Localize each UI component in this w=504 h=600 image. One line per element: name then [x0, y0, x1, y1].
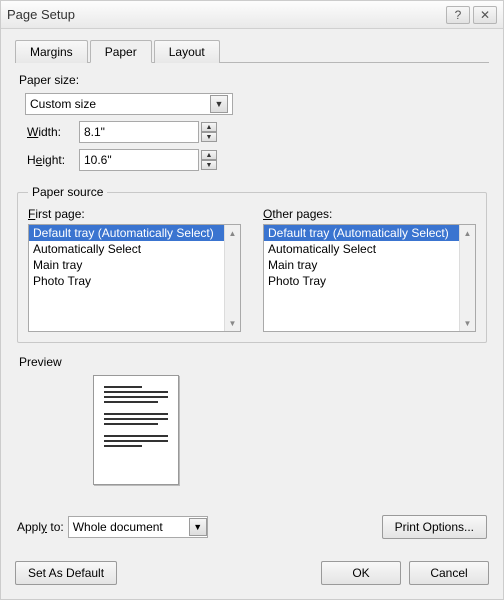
width-input[interactable]: [79, 121, 199, 143]
width-spinner[interactable]: ▲ ▼: [201, 122, 217, 142]
paper-size-value: Custom size: [30, 97, 96, 111]
help-button[interactable]: ?: [446, 6, 470, 24]
first-page-label: First page:: [28, 207, 241, 221]
window-title: Page Setup: [7, 7, 443, 22]
list-item[interactable]: Main tray: [29, 257, 224, 273]
spin-down-icon[interactable]: ▼: [201, 132, 217, 142]
titlebar: Page Setup ? ✕: [1, 1, 503, 29]
width-label: Width:: [27, 125, 79, 139]
height-label: Height:: [27, 153, 79, 167]
apply-to-label: Apply to:: [17, 520, 64, 534]
preview-label: Preview: [19, 355, 487, 369]
scrollbar[interactable]: ▲▼: [459, 225, 475, 331]
paper-size-label: Paper size:: [19, 73, 487, 87]
scroll-up-icon[interactable]: ▲: [460, 225, 475, 241]
apply-to-value: Whole document: [73, 520, 163, 534]
other-pages-label: Other pages:: [263, 207, 476, 221]
set-as-default-button[interactable]: Set As Default: [15, 561, 117, 585]
print-options-button[interactable]: Print Options...: [382, 515, 487, 539]
ok-button[interactable]: OK: [321, 561, 401, 585]
tab-content-paper: Paper size: Custom size ▼ Width: ▲ ▼: [15, 63, 489, 539]
cancel-button[interactable]: Cancel: [409, 561, 489, 585]
tab-margins[interactable]: Margins: [15, 40, 88, 63]
tab-paper[interactable]: Paper: [90, 40, 152, 63]
paper-size-select[interactable]: Custom size ▼: [25, 93, 233, 115]
height-input[interactable]: [79, 149, 199, 171]
scroll-up-icon[interactable]: ▲: [225, 225, 240, 241]
list-item[interactable]: Default tray (Automatically Select): [29, 225, 224, 241]
list-item[interactable]: Automatically Select: [29, 241, 224, 257]
spin-up-icon[interactable]: ▲: [201, 122, 217, 132]
dialog-body: Margins Paper Layout Paper size: Custom …: [1, 29, 503, 551]
list-item[interactable]: Photo Tray: [29, 273, 224, 289]
list-item[interactable]: Main tray: [264, 257, 459, 273]
paper-source-legend: Paper source: [28, 185, 107, 199]
tab-strip: Margins Paper Layout: [15, 39, 489, 63]
paper-source-group: Paper source First page: Default tray (A…: [17, 185, 487, 343]
other-pages-listbox[interactable]: Default tray (Automatically Select)Autom…: [263, 224, 476, 332]
scrollbar[interactable]: ▲▼: [224, 225, 240, 331]
preview-page-icon: [93, 375, 179, 485]
dialog-footer: Set As Default OK Cancel: [1, 551, 503, 599]
dropdown-button-icon[interactable]: ▼: [189, 518, 207, 536]
tab-layout[interactable]: Layout: [154, 40, 220, 63]
spin-up-icon[interactable]: ▲: [201, 150, 217, 160]
preview-area: [17, 375, 487, 485]
list-item[interactable]: Automatically Select: [264, 241, 459, 257]
dropdown-button-icon[interactable]: ▼: [210, 95, 228, 113]
list-item[interactable]: Photo Tray: [264, 273, 459, 289]
spin-down-icon[interactable]: ▼: [201, 160, 217, 170]
page-setup-dialog: Page Setup ? ✕ Margins Paper Layout Pape…: [0, 0, 504, 600]
scroll-down-icon[interactable]: ▼: [460, 315, 475, 331]
apply-to-select[interactable]: Whole document ▼: [68, 516, 208, 538]
list-item[interactable]: Default tray (Automatically Select): [264, 225, 459, 241]
height-spinner[interactable]: ▲ ▼: [201, 150, 217, 170]
close-button[interactable]: ✕: [473, 6, 497, 24]
first-page-listbox[interactable]: Default tray (Automatically Select)Autom…: [28, 224, 241, 332]
scroll-down-icon[interactable]: ▼: [225, 315, 240, 331]
